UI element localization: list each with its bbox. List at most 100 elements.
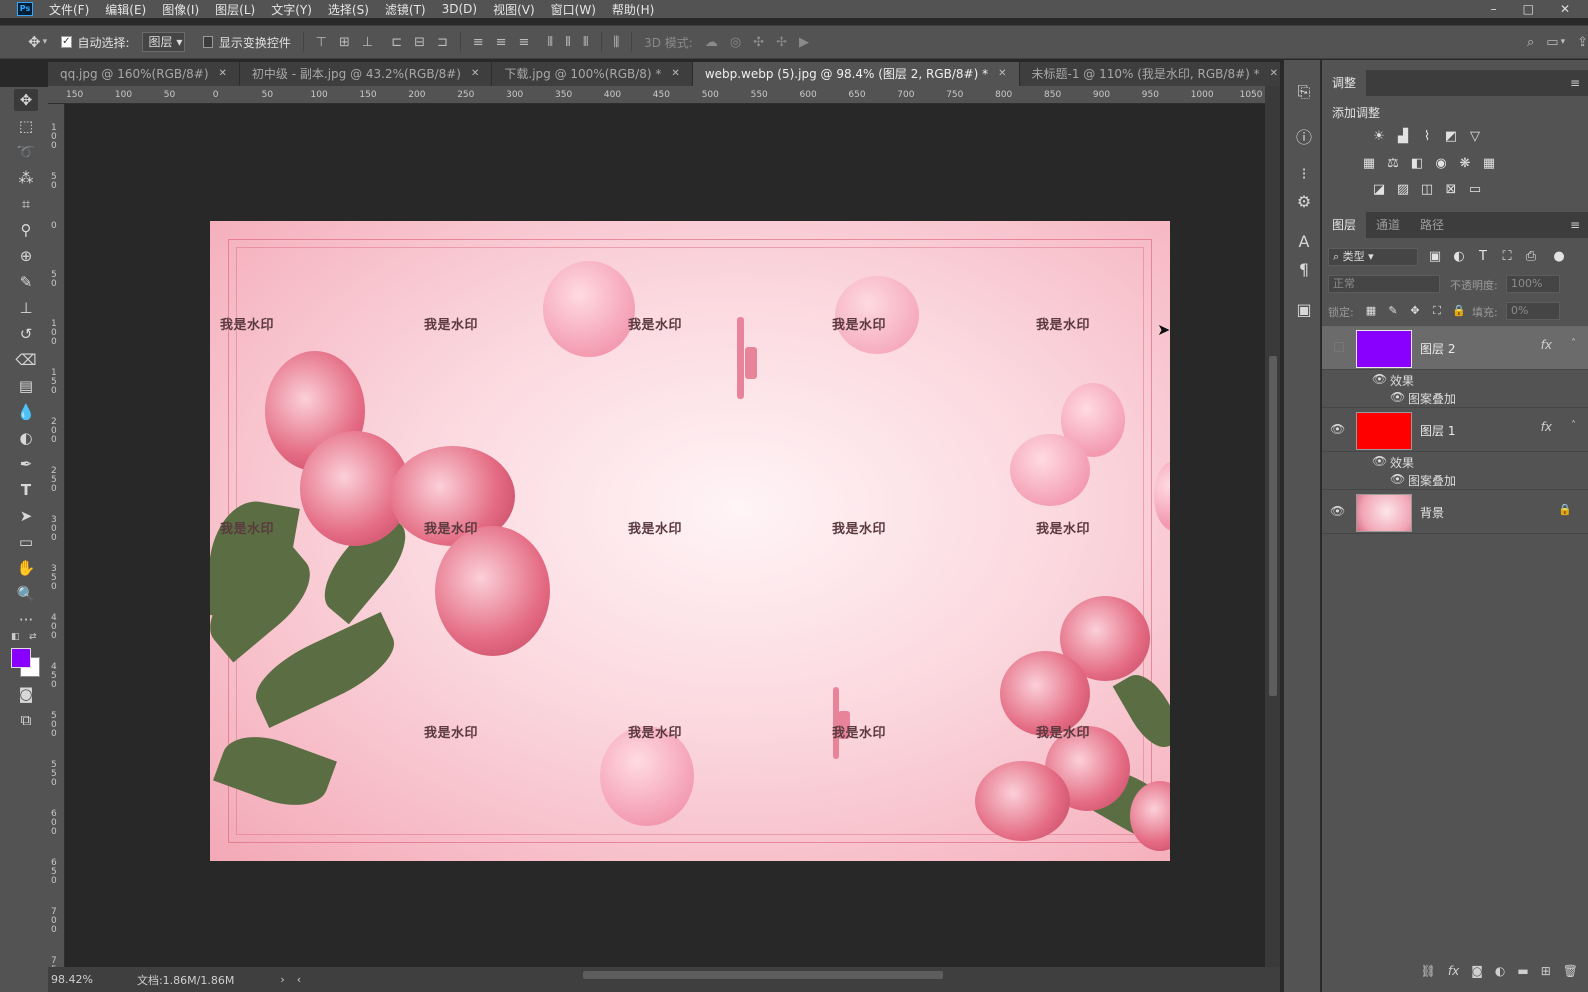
tab-document[interactable]: qq.jpg @ 160%(RGB/8#) ✕ — [48, 62, 240, 86]
eye-icon[interactable]: 👁 — [1372, 454, 1387, 468]
lock-position-icon[interactable]: ✥ — [1406, 303, 1424, 319]
add-style-icon[interactable]: fx — [1448, 964, 1459, 978]
eyedropper-tool-icon[interactable]: ⚲ — [14, 219, 38, 241]
3d-slide-icon[interactable]: ✢ — [776, 35, 787, 50]
chevron-down-icon[interactable]: ▾ — [43, 37, 48, 47]
delete-layer-icon[interactable]: 🗑 — [1563, 964, 1578, 978]
color-balance-icon[interactable]: ⚖ — [1384, 156, 1402, 172]
tab-layers[interactable]: 图层 — [1322, 212, 1367, 238]
info-icon[interactable]: ⓘ — [1294, 124, 1314, 148]
fx-icon[interactable]: fx — [1541, 420, 1552, 434]
blend-mode-select[interactable]: 正常 — [1328, 275, 1440, 293]
filter-toggle-icon[interactable]: ● — [1550, 249, 1568, 265]
history-brush-tool-icon[interactable]: ↺ — [14, 323, 38, 345]
close-icon[interactable]: ✕ — [1270, 62, 1278, 86]
distribute-left-icon[interactable]: ⦀ — [547, 35, 553, 50]
filter-pixel-icon[interactable]: ▣ — [1426, 249, 1444, 265]
fx-icon[interactable]: fx — [1541, 338, 1552, 352]
close-icon[interactable]: ✕ — [998, 62, 1006, 86]
opacity-input[interactable]: 100% — [1506, 275, 1560, 293]
lock-artboard-icon[interactable]: ⛶ — [1428, 303, 1446, 319]
type-tool-icon[interactable]: T — [14, 479, 38, 501]
libraries-icon[interactable]: ▣ — [1294, 300, 1314, 319]
threshold-icon[interactable]: ◫ — [1418, 182, 1436, 198]
zoom-tool-icon[interactable]: 🔍 — [14, 583, 38, 605]
menu-3d[interactable]: 3D(D) — [442, 2, 477, 16]
healing-brush-tool-icon[interactable]: ⊕ — [14, 245, 38, 267]
effect-row[interactable]: 👁 图案叠加 — [1322, 472, 1588, 490]
horizontal-scrollbar-thumb[interactable] — [583, 971, 943, 979]
menu-view[interactable]: 视图(V) — [493, 1, 535, 18]
posterize-icon[interactable]: ▨ — [1394, 182, 1412, 198]
tab-document[interactable]: 未标题-1 @ 110% (我是水印, RGB/8#) * ✕ — [1020, 62, 1292, 86]
history-icon[interactable]: ⎘ — [1294, 82, 1314, 102]
marquee-tool-icon[interactable]: ⬚ — [14, 115, 38, 137]
document-canvas[interactable]: 我是水印 我是水印 我是水印 我是水印 我是水印 我是水印 我是水印 我是水印 … — [210, 221, 1170, 861]
tab-document[interactable]: 初中级 - 副本.jpg @ 43.2%(RGB/8#) ✕ — [240, 62, 493, 86]
blur-tool-icon[interactable]: 💧 — [14, 401, 38, 423]
menu-layer[interactable]: 图层(L) — [215, 1, 255, 18]
default-colors-icon[interactable]: ◧ — [11, 632, 20, 642]
vertical-ruler[interactable]: 1 0 0 5 0 0 5 0 1 0 0 1 5 0 2 0 0 2 5 0 3 0 0 3 5… — [48, 104, 65, 967]
share-icon[interactable]: ⇪ — [1577, 35, 1588, 50]
curves-icon[interactable]: ⌇ — [1418, 129, 1436, 145]
close-icon[interactable]: ✕ — [219, 62, 227, 86]
menu-file[interactable]: 文件(F) — [49, 1, 89, 18]
distribute-top-icon[interactable]: ≡ — [473, 35, 484, 50]
tab-adjustments[interactable]: 调整 — [1322, 70, 1367, 96]
layer-row[interactable]: 👁 图层 1 fx ˄ — [1322, 408, 1588, 452]
brush-settings-icon[interactable]: ⁝ — [1294, 164, 1314, 183]
layer-row[interactable]: 👁 背景 🔒 — [1322, 490, 1588, 534]
pen-tool-icon[interactable]: ✒ — [14, 453, 38, 475]
lock-all-icon[interactable]: 🔒 — [1450, 303, 1468, 319]
filter-type-icon[interactable]: T — [1474, 249, 1492, 265]
eye-icon[interactable]: 👁 — [1390, 472, 1405, 486]
filter-smartobject-icon[interactable]: ⎙ — [1522, 249, 1540, 265]
effect-row[interactable]: 👁 图案叠加 — [1322, 390, 1588, 408]
align-vcenter-icon[interactable]: ⊞ — [339, 35, 350, 50]
brush-tool-icon[interactable]: ✎ — [14, 271, 38, 293]
fill-input[interactable]: 0% — [1506, 302, 1560, 320]
align-left-icon[interactable]: ⊏ — [391, 35, 402, 50]
menu-window[interactable]: 窗口(W) — [551, 1, 596, 18]
auto-select-target-dropdown[interactable]: 图层 ▾ — [141, 32, 186, 52]
menu-type[interactable]: 文字(Y) — [271, 1, 312, 18]
chevron-right-icon[interactable]: › — [280, 973, 284, 986]
filter-shape-icon[interactable]: ⛶ — [1498, 249, 1516, 265]
auto-align-icon[interactable]: ⫼ — [613, 35, 619, 50]
path-selection-tool-icon[interactable]: ➤ — [14, 505, 38, 527]
new-adjustment-icon[interactable]: ◐ — [1495, 964, 1505, 978]
magic-wand-tool-icon[interactable]: ⁂ — [14, 167, 38, 189]
close-button[interactable]: ✕ — [1560, 2, 1570, 16]
align-hcenter-icon[interactable]: ⊟ — [414, 35, 425, 50]
chevron-down-icon[interactable]: ▾ — [1561, 37, 1566, 47]
selective-color-icon[interactable]: ⊠ — [1442, 182, 1460, 198]
tab-document[interactable]: 下载.jpg @ 100%(RGB/8) * ✕ — [492, 62, 693, 86]
menu-edit[interactable]: 编辑(E) — [105, 1, 146, 18]
tab-document-active[interactable]: webp.webp (5).jpg @ 98.4% (图层 2, RGB/8#)… — [692, 62, 1020, 86]
workspace-icon[interactable]: ▭ — [1546, 35, 1558, 50]
auto-select-checkbox[interactable]: ✓ — [61, 36, 72, 48]
3d-pan-icon[interactable]: ✣ — [753, 35, 764, 50]
lock-pixels-icon[interactable]: ✎ — [1384, 303, 1402, 319]
hand-tool-icon[interactable]: ✋ — [14, 557, 38, 579]
minimize-button[interactable]: – — [1491, 2, 1497, 16]
panel-menu-icon[interactable]: ≡ — [1570, 76, 1580, 90]
zoom-level[interactable]: 98.42% — [51, 973, 93, 986]
new-layer-icon[interactable]: ⊞ — [1541, 964, 1551, 978]
lock-transparent-icon[interactable]: ▦ — [1362, 303, 1380, 319]
more-tools-icon[interactable]: ··· — [14, 609, 38, 631]
properties-icon[interactable]: ⚙ — [1294, 192, 1314, 211]
levels-icon[interactable]: ▟ — [1394, 129, 1412, 145]
black-white-icon[interactable]: ◧ — [1408, 156, 1426, 172]
dodge-tool-icon[interactable]: ◐ — [14, 427, 38, 449]
search-icon[interactable]: ⌕ — [1527, 35, 1534, 50]
eye-icon[interactable]: 👁 — [1372, 372, 1387, 386]
lasso-tool-icon[interactable]: ➰ — [14, 141, 38, 163]
eye-icon[interactable]: 👁 — [1330, 504, 1345, 518]
vertical-scrollbar-thumb[interactable] — [1269, 356, 1277, 696]
align-bottom-icon[interactable]: ⊥ — [362, 35, 373, 50]
visibility-toggle-off[interactable] — [1334, 342, 1344, 352]
align-top-icon[interactable]: ⊤ — [316, 35, 327, 50]
close-icon[interactable]: ✕ — [671, 62, 679, 86]
